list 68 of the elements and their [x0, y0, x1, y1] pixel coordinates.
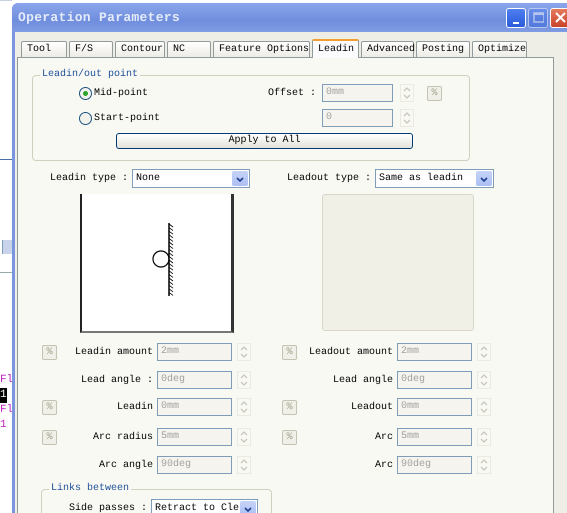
close-button[interactable]	[550, 8, 567, 28]
side-button[interactable]	[2, 240, 12, 254]
tab[interactable]: Posting	[416, 41, 470, 57]
group-title: Leadin/out point	[40, 69, 140, 81]
dropdown[interactable]: Retract to Cle	[151, 499, 258, 513]
up-down-arrows-icon	[479, 400, 489, 414]
radio-button[interactable]	[79, 112, 92, 124]
spin-button[interactable]	[237, 371, 251, 389]
code-text: 1	[0, 388, 7, 403]
up-down-arrows-icon	[239, 400, 249, 414]
field-label: Lead angle :	[80, 374, 153, 388]
field-label: Leadout amount	[308, 346, 393, 360]
radio-label[interactable]: Mid-point	[94, 86, 148, 100]
window-title: Operation Parameters	[18, 8, 182, 27]
spin-button[interactable]	[237, 428, 251, 446]
field-label: Leadin	[116, 400, 153, 414]
field-label: Arc radius	[92, 430, 153, 444]
up-down-arrows-icon	[479, 373, 489, 387]
field-label: Leadin amount	[74, 346, 153, 360]
tab[interactable]: Advanced	[361, 41, 414, 57]
up-down-arrows-icon	[239, 458, 249, 472]
up-down-arrows-icon	[479, 458, 489, 472]
spin-button[interactable]	[477, 428, 491, 446]
radio-label[interactable]: Start-point	[94, 110, 160, 126]
maximize-icon	[532, 12, 544, 23]
field-label: Lead angle	[332, 374, 393, 388]
field-label: Arc angle	[98, 458, 153, 472]
minimize-button[interactable]	[506, 8, 526, 28]
field-label: Leadout type :	[286, 172, 371, 186]
apply-button[interactable]: Apply to All	[116, 133, 413, 149]
up-down-arrows-icon	[479, 345, 489, 359]
spin-button[interactable]	[400, 84, 414, 102]
tab[interactable]: NC	[167, 41, 211, 57]
chevron-down-icon	[235, 174, 245, 182]
spin-button[interactable]	[237, 456, 251, 474]
field-label: Arc	[374, 458, 393, 472]
spin-button[interactable]	[477, 456, 491, 474]
field-label: Offset :	[266, 86, 316, 100]
tab[interactable]: Optimize	[472, 41, 527, 57]
chevron-down-icon	[479, 174, 489, 182]
field-label: Arc	[374, 430, 393, 444]
dropdown[interactable]: None	[132, 169, 250, 188]
up-down-arrows-icon	[402, 86, 412, 100]
field-label: Side passes :	[69, 502, 147, 513]
spin-button[interactable]	[477, 371, 491, 389]
tab[interactable]: Contour	[115, 41, 165, 57]
radio-button[interactable]	[79, 86, 92, 100]
up-down-arrows-icon	[479, 430, 489, 444]
up-down-arrows-icon	[239, 345, 249, 359]
up-down-arrows-icon	[402, 111, 412, 125]
tab[interactable]: F/S	[69, 41, 113, 57]
code-text: 1	[0, 418, 7, 433]
dropdown[interactable]: Same as leadin	[375, 169, 494, 188]
tab[interactable]: Tool	[21, 41, 67, 57]
up-down-arrows-icon	[239, 430, 249, 444]
up-down-arrows-icon	[239, 373, 249, 387]
spin-button[interactable]	[477, 398, 491, 416]
close-icon	[554, 12, 566, 23]
field-label: Leadout	[350, 400, 393, 414]
field-label: Leadin type :	[50, 172, 128, 186]
spin-button[interactable]	[237, 343, 251, 361]
spin-button[interactable]	[400, 109, 414, 127]
spin-button[interactable]	[237, 398, 251, 416]
tab[interactable]: Feature Options	[213, 41, 310, 57]
chevron-down-icon	[243, 504, 253, 512]
minimize-icon	[513, 22, 519, 24]
spin-button[interactable]	[477, 343, 491, 361]
tab[interactable]: Leadin	[312, 39, 359, 58]
